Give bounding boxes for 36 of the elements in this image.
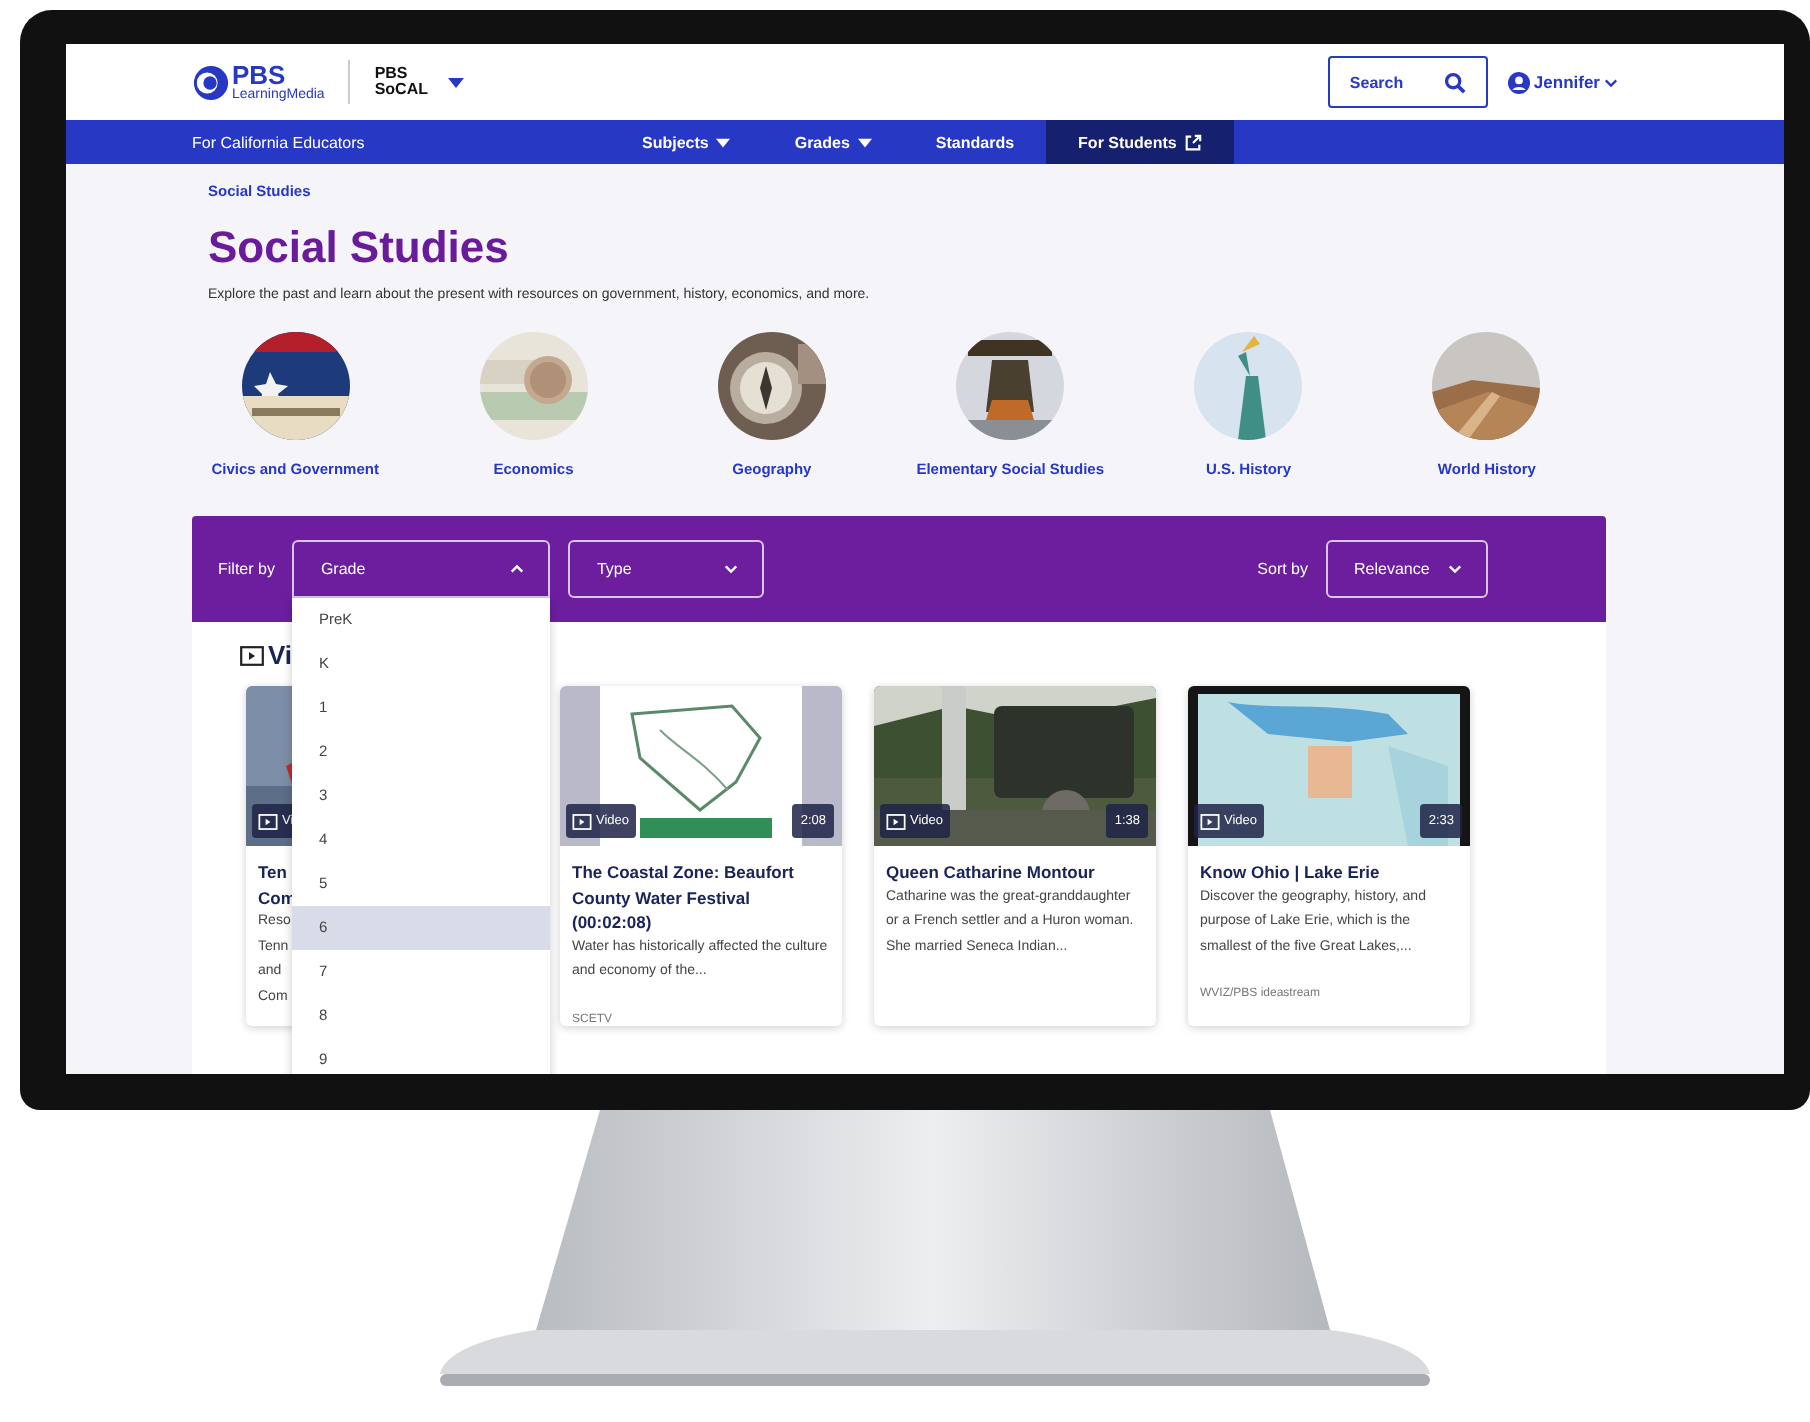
- user-menu[interactable]: Jennifer: [1507, 71, 1618, 93]
- sort-select[interactable]: Relevance: [1326, 540, 1488, 599]
- region-label: For California Educators: [192, 131, 367, 155]
- nav-link[interactable]: Standards: [903, 120, 1047, 164]
- nav-link[interactable]: Grades: [762, 120, 904, 164]
- nav-link[interactable]: For Students: [1046, 120, 1235, 164]
- partner-logo-text: SoCAL: [374, 82, 428, 98]
- partner-logo-text: PBS: [374, 66, 408, 82]
- caret-icon[interactable]: [447, 77, 464, 87]
- search-button[interactable]: Search: [1327, 56, 1488, 108]
- dropdown-select[interactable]: Grade: [292, 540, 551, 599]
- search-icon: [1443, 71, 1466, 93]
- card-title[interactable]: Queen Catharine Montour: [886, 860, 1095, 886]
- sort-label: Sort by: [1257, 560, 1308, 579]
- page-title: Social Studies: [208, 222, 511, 275]
- chevron-icon: [510, 564, 525, 575]
- card-title[interactable]: Know Ohio | Lake Erie: [1200, 860, 1380, 886]
- caret-icon: [716, 137, 731, 147]
- chevron-down-icon: [1604, 77, 1618, 87]
- filter-label: Filter by: [218, 560, 275, 579]
- caret-icon: [857, 137, 872, 147]
- dropdown-select[interactable]: Type: [568, 540, 765, 599]
- section-heading: Vi: [268, 640, 293, 671]
- video-icon: [240, 645, 264, 666]
- play-icon: [572, 813, 592, 830]
- card-title[interactable]: The Coastal Zone: Beaufort County Water Festival (00:02:08): [572, 860, 830, 936]
- pbs-logo-icon: [192, 63, 230, 101]
- nav-link[interactable]: Subjects: [610, 120, 763, 164]
- chevron-icon: [724, 564, 739, 575]
- chevron-down-icon: [1448, 564, 1462, 575]
- play-icon: [258, 813, 278, 830]
- logo-text: PBS: [232, 62, 286, 88]
- play-icon: [1200, 813, 1220, 830]
- user-icon: [1507, 71, 1530, 93]
- external-link-icon: [1184, 133, 1203, 151]
- play-icon: [886, 813, 906, 830]
